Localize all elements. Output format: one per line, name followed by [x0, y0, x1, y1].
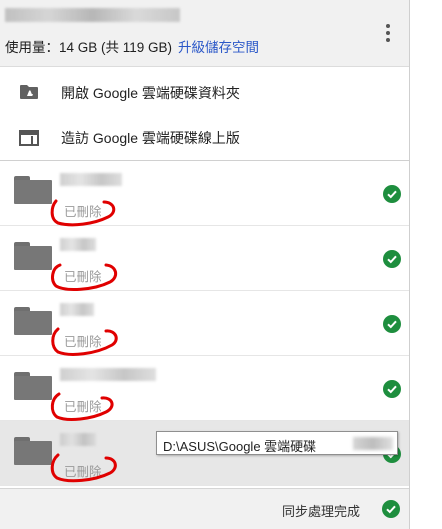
sync-complete-check-icon	[382, 500, 400, 518]
folder-icon	[14, 307, 52, 335]
drive-sync-panel: 使用量：14 GB (共 119 GB) 升級儲存空間 開啟 Google 雲端硬…	[0, 0, 410, 529]
file-status: 已刪除	[64, 205, 102, 219]
storage-usage: 使用量：14 GB (共 119 GB) 升級儲存空間	[5, 36, 259, 56]
folder-icon	[14, 372, 52, 400]
file-row[interactable]: 已刪除	[0, 291, 409, 356]
open-drive-folder-item[interactable]: 開啟 Google 雲端硬碟資料夾	[0, 70, 409, 114]
synced-check-icon	[383, 380, 401, 398]
file-row[interactable]: 已刪除	[0, 356, 409, 421]
synced-check-icon	[383, 185, 401, 203]
synced-check-icon	[383, 250, 401, 268]
synced-check-icon	[383, 315, 401, 333]
file-status: 已刪除	[64, 335, 102, 349]
file-name-redacted	[60, 238, 96, 251]
file-row[interactable]: 已刪除	[0, 226, 409, 291]
folder-icon	[14, 176, 52, 204]
sync-status-label: 同步處理完成	[282, 504, 361, 519]
browser-window-icon	[19, 130, 39, 146]
file-name-redacted	[60, 433, 96, 446]
path-tooltip: D:\ASUS\Google 雲端硬碟	[156, 431, 398, 455]
account-email-redacted	[5, 8, 180, 22]
folder-icon	[14, 242, 52, 270]
drive-folder-icon	[20, 85, 38, 99]
storage-usage-label: 使用量：14 GB (共 119 GB)	[5, 40, 173, 55]
tooltip-path: D:\ASUS\Google 雲端硬碟	[163, 439, 317, 454]
file-status: 已刪除	[64, 400, 102, 414]
visit-drive-web-label: 造訪 Google 雲端硬碟線上版	[61, 130, 240, 146]
file-name-redacted	[60, 173, 122, 186]
upgrade-storage-link[interactable]: 升級儲存空間	[178, 40, 259, 55]
file-row[interactable]: 已刪除	[0, 161, 409, 227]
tooltip-path-redacted	[353, 437, 393, 450]
open-drive-folder-label: 開啟 Google 雲端硬碟資料夾	[61, 85, 240, 101]
sync-status-bar: 同步處理完成	[0, 488, 409, 529]
account-header: 使用量：14 GB (共 119 GB) 升級儲存空間	[0, 0, 409, 67]
file-status: 已刪除	[64, 465, 102, 479]
folder-icon	[14, 437, 52, 465]
visit-drive-web-item[interactable]: 造訪 Google 雲端硬碟線上版	[0, 115, 409, 159]
file-status: 已刪除	[64, 270, 102, 284]
more-vert-icon[interactable]	[382, 24, 394, 44]
file-name-redacted	[60, 368, 156, 381]
file-name-redacted	[60, 303, 94, 316]
